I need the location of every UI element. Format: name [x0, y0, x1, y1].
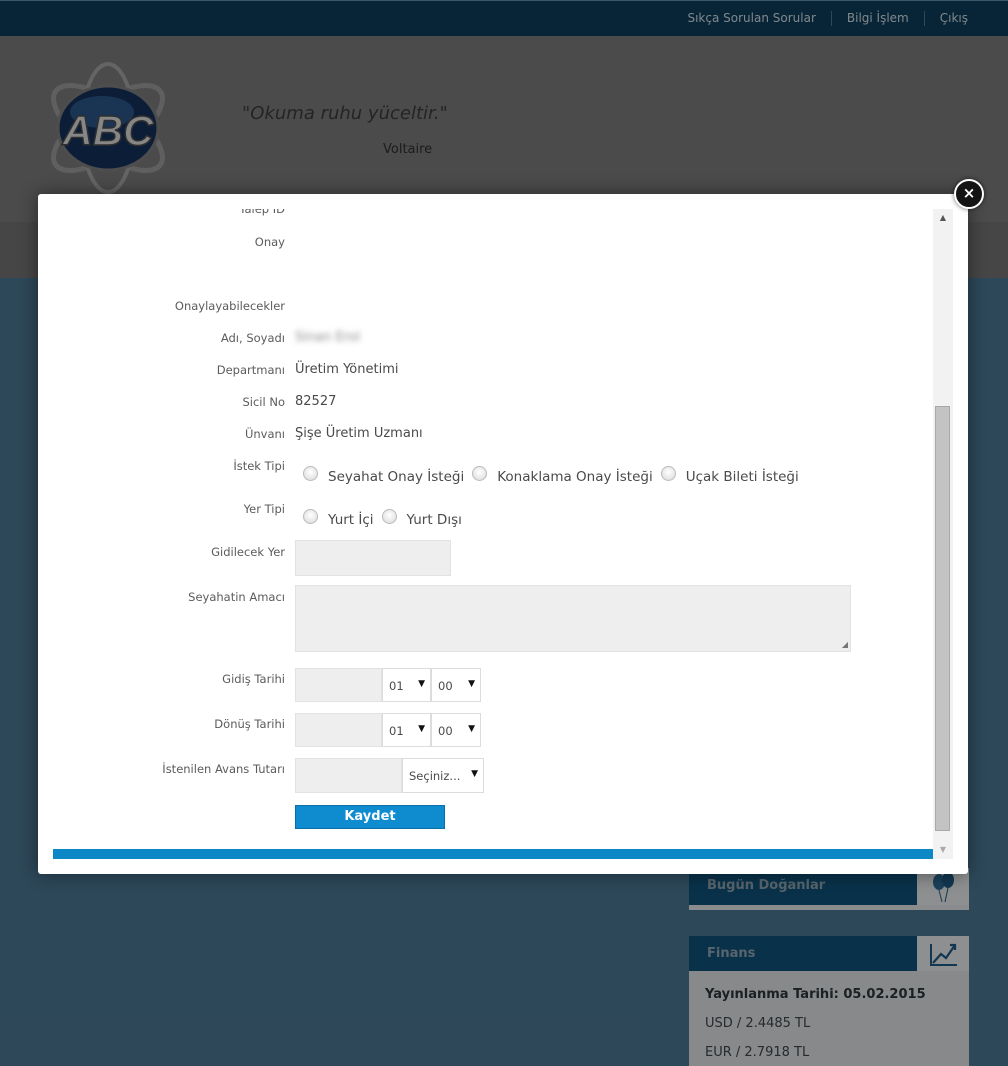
chevron-down-icon: ▼	[468, 724, 475, 734]
value-registry-no: 82527	[295, 394, 337, 409]
radio-accommodation-approval[interactable]	[472, 465, 488, 481]
radio-flight-ticket-label: Uçak Bileti İsteği	[685, 469, 799, 485]
label-title: Ünvanı	[244, 427, 285, 441]
chevron-down-icon: ▼	[471, 769, 478, 779]
request-type-group: Seyahat Onay İsteği Konaklama Onay İsteğ…	[295, 461, 799, 485]
destination-input[interactable]	[295, 540, 451, 576]
scroll-up-icon[interactable]: ▲	[933, 209, 953, 225]
radio-travel-approval-label: Seyahat Onay İsteği	[328, 469, 465, 485]
value-title: Şişe Üretim Uzmanı	[295, 426, 423, 441]
close-icon[interactable]: ×	[954, 179, 984, 209]
radio-flight-ticket[interactable]	[660, 465, 676, 481]
departure-minute-select[interactable]: 00 ▼	[431, 668, 481, 702]
return-minute-value: 00	[438, 724, 453, 738]
request-modal: Talep ID Onay Onaylayabilecekler Adı, So…	[38, 194, 968, 874]
chevron-down-icon: ▼	[418, 679, 425, 689]
label-registry-no: Sicil No	[242, 395, 285, 409]
radio-travel-approval[interactable]	[303, 465, 318, 481]
value-name: Sinan Erol	[295, 330, 361, 345]
radio-accommodation-approval-label: Konaklama Onay İsteği	[497, 469, 653, 485]
label-travel-purpose: Seyahatin Amacı	[188, 590, 285, 604]
return-date-input[interactable]	[295, 713, 382, 747]
scroll-down-icon[interactable]: ▼	[933, 843, 953, 859]
return-hour-value: 01	[389, 724, 404, 738]
chevron-down-icon: ▼	[468, 679, 475, 689]
modal-content: Talep ID Onay Onaylayabilecekler Adı, So…	[53, 209, 933, 859]
label-request-type: İstek Tipi	[233, 459, 285, 473]
label-advance-amount: İstenilen Avans Tutarı	[162, 762, 285, 776]
scroll-thumb[interactable]	[935, 406, 950, 831]
departure-date-input[interactable]	[295, 668, 382, 702]
radio-abroad-label: Yurt Dışı	[406, 512, 462, 528]
modal-bottom-bar	[53, 849, 933, 859]
radio-abroad[interactable]	[381, 508, 397, 524]
radio-domestic-label: Yurt İçi	[328, 512, 374, 528]
departure-minute-value: 00	[438, 679, 453, 693]
return-minute-select[interactable]: 00 ▼	[431, 713, 481, 747]
currency-select-value: Seçiniz...	[409, 769, 461, 783]
label-talep-id: Talep ID	[239, 209, 285, 216]
return-hour-select[interactable]: 01 ▼	[382, 713, 431, 747]
chevron-down-icon: ▼	[418, 724, 425, 734]
value-department: Üretim Yönetimi	[295, 362, 399, 377]
modal-scrollbar[interactable]: ▲ ▼	[933, 209, 953, 859]
label-departure-date: Gidiş Tarihi	[222, 672, 285, 686]
label-return-date: Dönüş Tarihi	[214, 717, 285, 731]
label-place-type: Yer Tipi	[243, 502, 285, 516]
label-department: Departmanı	[216, 363, 285, 377]
place-type-group: Yurt İçi Yurt Dışı	[295, 504, 462, 528]
currency-select[interactable]: Seçiniz... ▼	[402, 758, 484, 793]
travel-purpose-textarea[interactable]: ◢	[295, 585, 851, 652]
label-onaylayabilecekler: Onaylayabilecekler	[174, 299, 285, 313]
departure-hour-select[interactable]: 01 ▼	[382, 668, 431, 702]
resize-handle-icon[interactable]: ◢	[842, 641, 848, 649]
label-name: Adı, Soyadı	[220, 331, 285, 345]
departure-hour-value: 01	[389, 679, 404, 693]
save-button[interactable]: Kaydet	[295, 805, 445, 829]
radio-domestic[interactable]	[303, 508, 318, 524]
label-destination: Gidilecek Yer	[211, 545, 285, 559]
label-onay: Onay	[254, 235, 285, 249]
advance-amount-input[interactable]	[295, 758, 402, 793]
